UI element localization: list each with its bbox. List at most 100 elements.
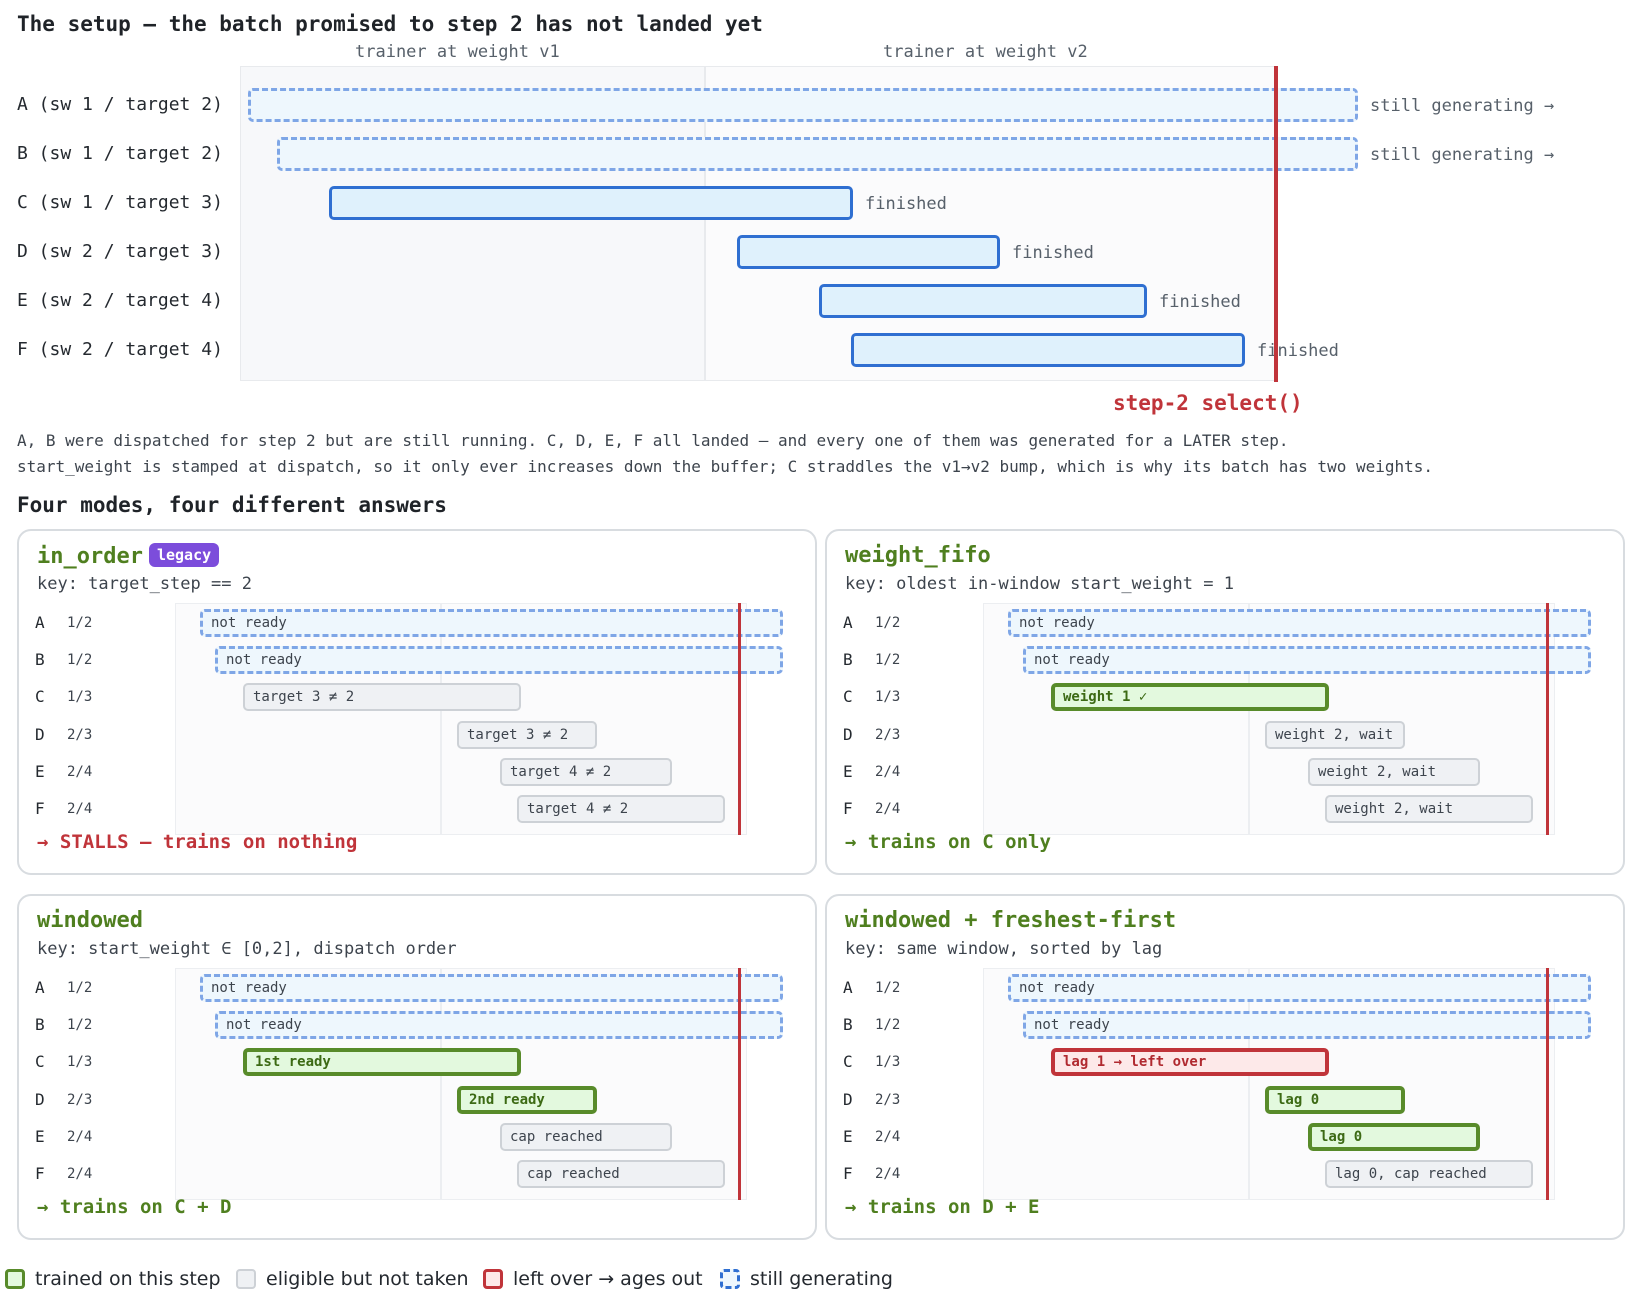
select-line bbox=[1546, 968, 1549, 1200]
step-2-select-line bbox=[1274, 66, 1278, 382]
mini-row-letter: C bbox=[35, 687, 45, 706]
mini-bar-b: not ready bbox=[215, 1011, 783, 1039]
mini-row-letter: E bbox=[843, 762, 853, 781]
mode-card-key: key: oldest in-window start_weight = 1 bbox=[845, 574, 1234, 594]
mini-row-letter: A bbox=[843, 978, 853, 997]
mini-region-weight-v1 bbox=[983, 603, 1249, 835]
mini-row-weight-target: 1/3 bbox=[67, 1054, 93, 1070]
mini-region-weight-v1 bbox=[175, 968, 441, 1200]
mode-card-key: key: same window, sorted by lag bbox=[845, 939, 1163, 959]
setup-bar-e bbox=[819, 284, 1147, 318]
mini-row-weight-target: 1/2 bbox=[67, 652, 93, 668]
mode-card-weight-fifo: weight_fifo key: oldest in-window start_w… bbox=[825, 529, 1625, 875]
mode-card-title: in_order legacy bbox=[37, 543, 220, 569]
step-2-select-label: step-2 select() bbox=[1113, 391, 1303, 415]
mode-card-verdict: → trains on D + E bbox=[845, 1196, 1040, 1218]
mini-row-weight-target: 1/3 bbox=[875, 1054, 901, 1070]
mini-row-weight-target: 1/2 bbox=[875, 615, 901, 631]
setup-note-b: still generating → bbox=[1370, 145, 1555, 165]
mini-row-weight-target: 2/4 bbox=[67, 801, 93, 817]
mode-card-in-order: in_order legacy key: target_step == 2 A 1/2 n… bbox=[17, 529, 817, 875]
setup-bar-c bbox=[329, 186, 853, 220]
mini-region-weight-v1 bbox=[175, 603, 441, 835]
legend-left-over-label: left over → ages out bbox=[513, 1268, 703, 1290]
mini-row-letter: B bbox=[35, 650, 45, 669]
legend-generating-label: still generating bbox=[750, 1268, 893, 1290]
setup-row-label-b: B (sw 1 / target 2) bbox=[17, 143, 223, 164]
setup-row-label-d: D (sw 2 / target 3) bbox=[17, 241, 223, 262]
mode-card-key: key: start_weight ∈ [0,2], dispatch orde… bbox=[37, 939, 457, 959]
setup-bar-b bbox=[277, 137, 1358, 171]
mini-row-letter: B bbox=[35, 1015, 45, 1034]
setup-title: The setup — the batch promised to step 2… bbox=[17, 12, 763, 36]
trained-swatch-icon bbox=[5, 1269, 25, 1289]
mode-card-title: weight_fifo bbox=[845, 543, 991, 568]
mode-card-title-text: in_order bbox=[37, 544, 143, 569]
mini-bar-e: lag 0 bbox=[1308, 1123, 1480, 1151]
mini-row-letter: D bbox=[35, 725, 45, 744]
legend-generating: still generating bbox=[720, 1268, 893, 1290]
mode-card-verdict: → trains on C only bbox=[845, 831, 1051, 853]
mini-bar-a: not ready bbox=[1008, 609, 1591, 637]
mini-row-weight-target: 2/4 bbox=[67, 1129, 93, 1145]
legend-eligible: eligible but not taken bbox=[236, 1268, 469, 1290]
select-line bbox=[738, 603, 741, 835]
mini-row-weight-target: 2/3 bbox=[875, 1092, 901, 1108]
mini-row-letter: D bbox=[843, 725, 853, 744]
mode-card-title-text: windowed bbox=[37, 908, 143, 933]
mini-row-weight-target: 2/4 bbox=[875, 1166, 901, 1182]
mini-bar-c: lag 1 → left over bbox=[1051, 1048, 1329, 1076]
mode-card-verdict: → trains on C + D bbox=[37, 1196, 232, 1218]
select-line bbox=[1546, 603, 1549, 835]
mini-row-weight-target: 1/2 bbox=[875, 652, 901, 668]
mini-row-letter: C bbox=[843, 1052, 853, 1071]
mini-bar-b: not ready bbox=[1023, 1011, 1591, 1039]
legacy-badge: legacy bbox=[148, 543, 220, 567]
mini-bar-c: target 3 ≠ 2 bbox=[243, 683, 521, 711]
select-line bbox=[738, 968, 741, 1200]
mode-card-windowed: windowed key: start_weight ∈ [0,2], dispa… bbox=[17, 894, 817, 1240]
mini-row-letter: A bbox=[843, 613, 853, 632]
mini-bar-b: not ready bbox=[215, 646, 783, 674]
mini-region-weight-v1 bbox=[983, 968, 1249, 1200]
mini-row-weight-target: 2/4 bbox=[875, 1129, 901, 1145]
setup-note-e: finished bbox=[1159, 292, 1241, 312]
mini-row-letter: F bbox=[35, 799, 45, 818]
mini-row-letter: A bbox=[35, 978, 45, 997]
mini-row-weight-target: 1/2 bbox=[875, 980, 901, 996]
mini-bar-f: lag 0, cap reached bbox=[1325, 1160, 1533, 1188]
mini-bar-b: not ready bbox=[1023, 646, 1591, 674]
mode-card-windowed-freshest-first: windowed + freshest-first key: same windo… bbox=[825, 894, 1625, 1240]
mini-row-letter: C bbox=[35, 1052, 45, 1071]
mini-row-letter: E bbox=[843, 1127, 853, 1146]
mini-row-letter: B bbox=[843, 650, 853, 669]
mini-bar-e: weight 2, wait bbox=[1308, 758, 1480, 786]
mini-bar-d: weight 2, wait bbox=[1265, 721, 1405, 749]
col-label-v1: trainer at weight v1 bbox=[355, 42, 560, 62]
mini-row-letter: F bbox=[35, 1164, 45, 1183]
setup-note-d: finished bbox=[1012, 243, 1094, 263]
mini-row-weight-target: 2/4 bbox=[67, 1166, 93, 1182]
eligible-swatch-icon bbox=[236, 1269, 256, 1289]
setup-row-label-f: F (sw 2 / target 4) bbox=[17, 339, 223, 360]
mini-row-letter: A bbox=[35, 613, 45, 632]
mode-card-title-text: windowed + freshest-first bbox=[845, 908, 1177, 933]
mini-row-letter: E bbox=[35, 762, 45, 781]
mini-row-weight-target: 2/4 bbox=[67, 764, 93, 780]
left-over-swatch-icon bbox=[483, 1269, 503, 1289]
mini-row-weight-target: 1/2 bbox=[67, 615, 93, 631]
mini-row-letter: C bbox=[843, 687, 853, 706]
setup-note-a: still generating → bbox=[1370, 96, 1555, 116]
mode-card-title: windowed + freshest-first bbox=[845, 908, 1176, 933]
mode-card-title-text: weight_fifo bbox=[845, 543, 991, 568]
generating-swatch-icon bbox=[720, 1269, 740, 1289]
mini-bar-a: not ready bbox=[200, 974, 783, 1002]
setup-note-c: finished bbox=[865, 194, 947, 214]
mini-row-letter: F bbox=[843, 799, 853, 818]
mini-row-letter: B bbox=[843, 1015, 853, 1034]
legend-trained: trained on this step bbox=[5, 1268, 221, 1290]
col-label-v2: trainer at weight v2 bbox=[883, 42, 1088, 62]
mini-bar-a: not ready bbox=[1008, 974, 1591, 1002]
setup-note-f: finished bbox=[1257, 341, 1339, 361]
legend-trained-label: trained on this step bbox=[35, 1268, 221, 1290]
